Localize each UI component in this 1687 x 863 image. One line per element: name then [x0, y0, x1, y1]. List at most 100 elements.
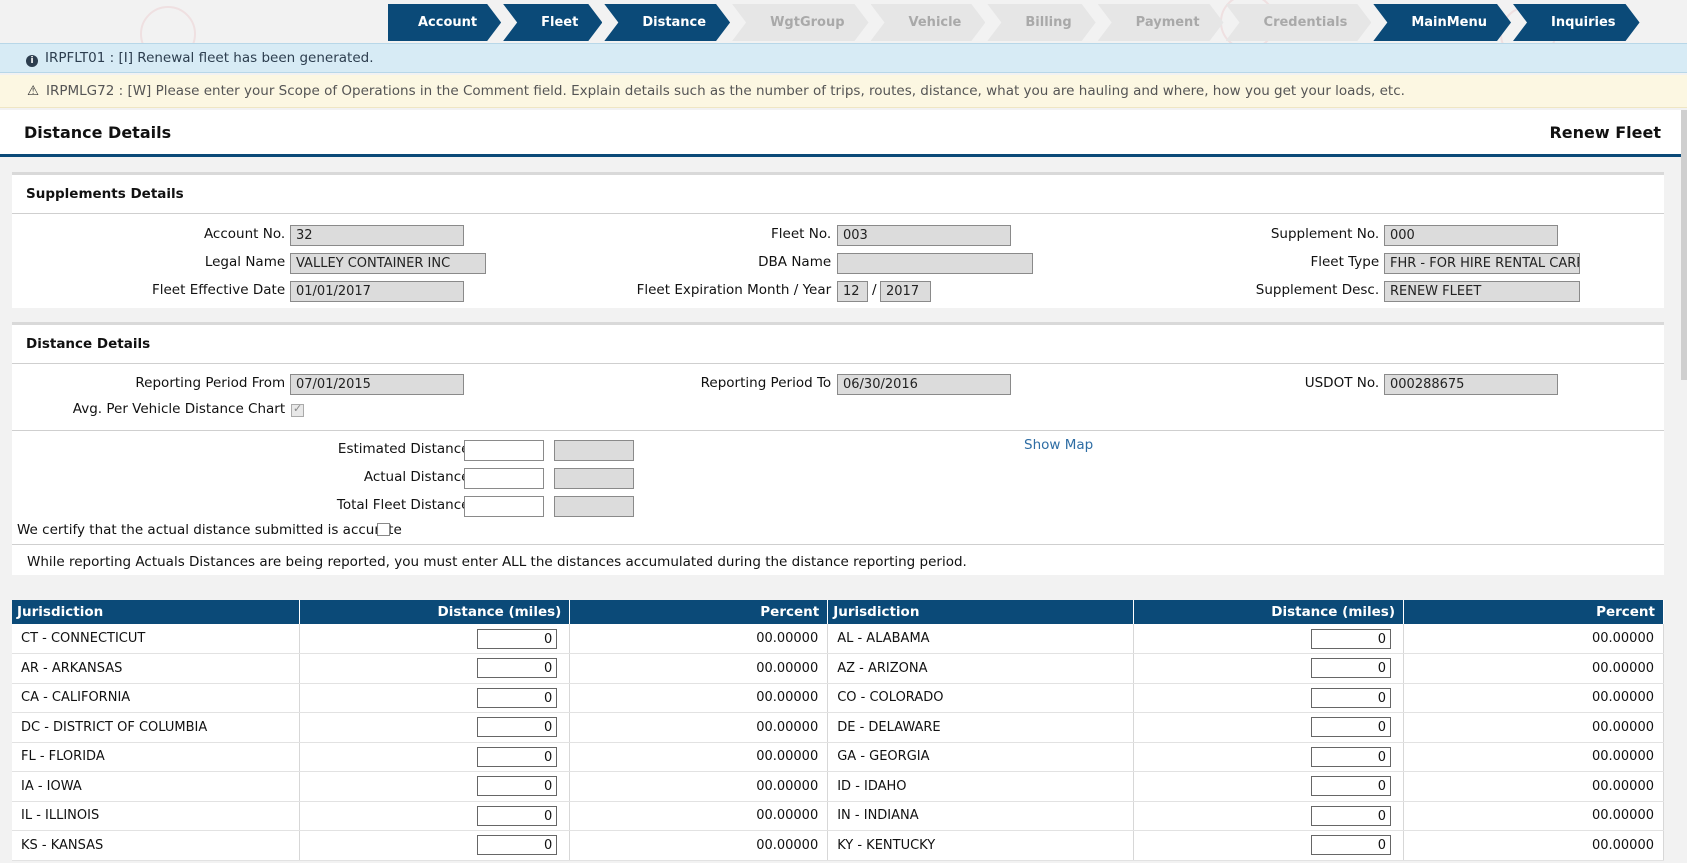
exp-separator: /	[872, 282, 877, 298]
jurisdiction-cell: DC - DISTRICT OF COLUMBIA	[12, 712, 301, 743]
distance-input[interactable]: 0	[1311, 687, 1392, 708]
distance-input[interactable]: 0	[477, 805, 558, 826]
percent-cell: 00.00000	[569, 830, 829, 861]
col-percent: Percent	[569, 600, 829, 624]
supplement-desc-label: Supplement Desc. :	[1255, 282, 1388, 298]
col-distance: Distance (miles)	[299, 600, 571, 624]
percent-cell: 00.00000	[1403, 712, 1664, 743]
show-map-link[interactable]: Show Map	[1024, 437, 1093, 453]
jurisdiction-cell: CA - CALIFORNIA	[12, 683, 301, 713]
jurisdiction-cell: GA - GEORGIA	[827, 742, 1135, 772]
distance-input[interactable]: 0	[477, 628, 558, 649]
distance-cell: 0	[299, 683, 571, 713]
supplement-desc-field: RENEW FLEET	[1384, 281, 1580, 302]
warning-icon: ⚠	[26, 83, 40, 99]
total-distance-readonly	[554, 496, 634, 517]
col-percent-2: Percent	[1403, 600, 1664, 624]
info-message: i IRPFLT01 : [I] Renewal fleet has been g…	[0, 43, 1687, 73]
distance-input[interactable]: 0	[1311, 628, 1392, 649]
step-fleet[interactable]: Fleet	[503, 4, 602, 41]
distance-input[interactable]: 0	[1311, 717, 1392, 738]
distance-input[interactable]: 0	[1311, 835, 1392, 856]
page-title: Distance Details	[24, 123, 172, 142]
distance-cell: 0	[299, 653, 571, 684]
fleet-no-field: 003	[837, 225, 1011, 246]
col-jurisdiction-2: Jurisdiction	[827, 600, 1135, 624]
total-distance-input[interactable]	[464, 496, 544, 517]
distance-input[interactable]: 0	[477, 658, 558, 679]
jurisdiction-cell: ID - IDAHO	[827, 771, 1135, 802]
exp-year-field: 2017	[880, 281, 931, 302]
distance-note: While reporting Actuals Distances are be…	[27, 554, 967, 570]
jurisdiction-cell: KY - KENTUCKY	[827, 830, 1135, 861]
fleet-type-field: FHR - FOR HIRE RENTAL CARRIE	[1384, 253, 1580, 274]
distance-input[interactable]: 0	[477, 687, 558, 708]
effective-date-field: 01/01/2017	[290, 281, 464, 302]
jurisdiction-cell: IA - IOWA	[12, 771, 301, 802]
page-header: Distance Details Renew Fleet	[0, 110, 1687, 157]
info-message-text: IRPFLT01 : [I] Renewal fleet has been ge…	[45, 50, 374, 66]
step-payment: Payment	[1098, 4, 1224, 41]
distance-cell: 0	[299, 712, 571, 743]
distance-input[interactable]: 0	[477, 776, 558, 797]
table-row: CT - CONNECTICUT 0 00.00000 AL - ALABAMA 0 00…	[12, 624, 1664, 654]
jurisdiction-cell: CO - COLORADO	[827, 683, 1135, 713]
distance-input[interactable]: 0	[477, 717, 558, 738]
warning-message: ⚠ IRPMLG72 : [W] Please enter your Scope …	[0, 75, 1687, 108]
distance-input[interactable]: 0	[477, 746, 558, 767]
step-account[interactable]: Account	[388, 4, 501, 41]
step-inquiries[interactable]: Inquiries	[1513, 4, 1640, 41]
wizard-steps: Account Fleet Distance WgtGroup Vehicle Billi…	[388, 4, 1642, 41]
scrollbar[interactable]	[1681, 110, 1687, 380]
period-to-field: 06/30/2016	[837, 374, 1011, 395]
distance-input[interactable]: 0	[1311, 746, 1392, 767]
jurisdiction-cell: IN - INDIANA	[827, 801, 1135, 831]
certify-checkbox[interactable]	[377, 523, 390, 536]
usdot-field: 000288675	[1384, 374, 1558, 395]
percent-cell: 00.00000	[1403, 742, 1664, 772]
table-row: DC - DISTRICT OF COLUMBIA 0 00.00000 DE - D…	[12, 712, 1664, 743]
period-to-label: Reporting Period To :	[700, 375, 840, 391]
percent-cell: 00.00000	[1403, 683, 1664, 713]
jurisdiction-table: Jurisdiction Distance (miles) Percent Ju…	[12, 600, 1664, 861]
step-billing: Billing	[987, 4, 1095, 41]
jurisdiction-cell: AL - ALABAMA	[827, 624, 1135, 654]
actual-distance-input[interactable]	[464, 468, 544, 489]
percent-cell: 00.00000	[569, 683, 829, 713]
percent-cell: 00.00000	[1403, 624, 1664, 654]
distance-input[interactable]: 0	[1311, 805, 1392, 826]
estimated-distance-readonly	[554, 440, 634, 461]
step-wgtgroup: WgtGroup	[732, 4, 868, 41]
table-row: IL - ILLINOIS 0 00.00000 IN - INDIANA 0 00.00…	[12, 801, 1664, 831]
expiration-label: Fleet Expiration Month / Year :	[636, 282, 840, 298]
distance-cell: 0	[299, 624, 571, 654]
percent-cell: 00.00000	[569, 742, 829, 772]
effective-date-label: Fleet Effective Date :	[151, 282, 294, 298]
account-no-field: 32	[290, 225, 464, 246]
total-distance-label: Total Fleet Distance:	[336, 497, 474, 513]
percent-cell: 00.00000	[569, 624, 829, 654]
distance-cell: 0	[299, 830, 571, 861]
exp-month-field: 12	[837, 281, 868, 302]
estimated-distance-input[interactable]	[464, 440, 544, 461]
distance-input[interactable]: 0	[1311, 658, 1392, 679]
step-distance[interactable]: Distance	[604, 4, 730, 41]
supplements-panel: Supplements Details Account No. : 32 Fle…	[12, 172, 1664, 308]
distance-cell: 0	[1133, 830, 1405, 861]
distance-cell: 0	[1133, 801, 1405, 831]
distance-cell: 0	[299, 771, 571, 802]
step-mainmenu[interactable]: MainMenu	[1373, 4, 1511, 41]
distance-input[interactable]: 0	[477, 835, 558, 856]
table-row: AR - ARKANSAS 0 00.00000 AZ - ARIZONA 0 00.00…	[12, 653, 1664, 684]
percent-cell: 00.00000	[569, 801, 829, 831]
distance-input[interactable]: 0	[1311, 776, 1392, 797]
legal-name-field: VALLEY CONTAINER INC	[290, 253, 486, 274]
jurisdiction-cell: FL - FLORIDA	[12, 742, 301, 772]
jurisdiction-cell: AR - ARKANSAS	[12, 653, 301, 684]
distance-cell: 0	[1133, 771, 1405, 802]
distance-cell: 0	[299, 742, 571, 772]
avg-chart-checkbox[interactable]	[291, 402, 304, 417]
supplements-title: Supplements Details	[12, 175, 1664, 214]
dba-name-field	[837, 253, 1033, 274]
certify-label: We certify that the actual distance subm…	[17, 522, 402, 538]
